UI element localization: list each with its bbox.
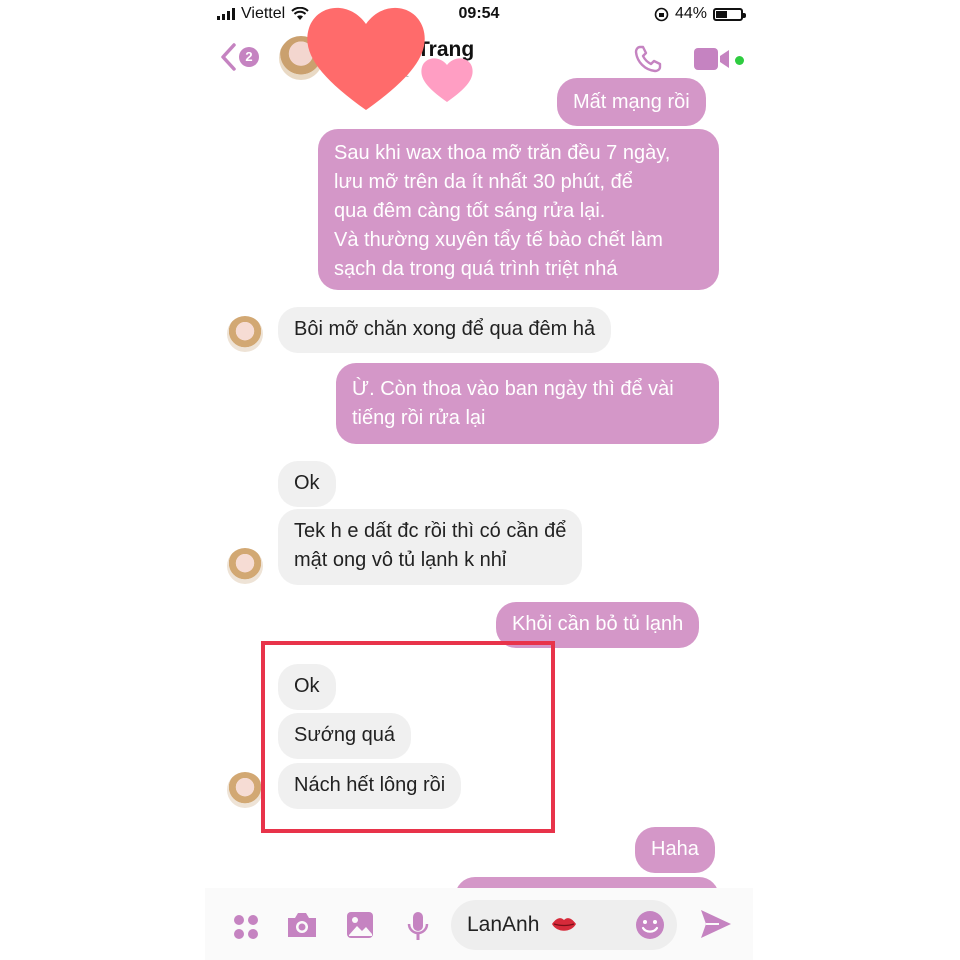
battery-percent: 44% xyxy=(674,5,707,22)
heart-sticker-icon xyxy=(421,58,473,102)
message-incoming[interactable]: Ok xyxy=(278,461,336,507)
smiley-icon[interactable] xyxy=(635,910,665,940)
back-chevron-icon xyxy=(221,43,236,71)
mic-icon[interactable] xyxy=(405,910,431,942)
heart-sticker-icon xyxy=(307,7,425,110)
lips-emoji-icon xyxy=(552,918,576,931)
contact-avatar-small xyxy=(227,772,263,808)
send-icon[interactable] xyxy=(699,908,733,940)
composer-bar: LanAnh xyxy=(205,888,753,960)
message-outgoing[interactable]: Sau khi wax thoa mỡ trăn đều 7 ngày, lưu… xyxy=(318,129,719,290)
battery-fill xyxy=(716,10,728,18)
message-input-text: LanAnh xyxy=(467,913,540,936)
apps-icon[interactable] xyxy=(231,912,261,942)
camera-icon[interactable] xyxy=(285,910,319,940)
status-bar: Viettel 09:54 44% xyxy=(205,0,753,28)
image-icon[interactable] xyxy=(345,910,375,940)
messenger-screen: Viettel 09:54 44% 2 Trang Mất mạng rồi S… xyxy=(205,0,753,960)
red-highlight-box xyxy=(261,641,555,833)
phone-icon[interactable] xyxy=(633,44,663,74)
message-input[interactable]: LanAnh xyxy=(451,900,677,950)
back-button[interactable]: 2 xyxy=(219,42,259,72)
status-right: 44% xyxy=(654,5,746,23)
contact-avatar-small xyxy=(227,548,263,584)
online-indicator xyxy=(735,56,744,65)
message-incoming[interactable]: Bôi mỡ chăn xong để qua đêm hả xyxy=(278,307,612,353)
message-outgoing[interactable]: Haha xyxy=(635,827,715,873)
unread-badge: 2 xyxy=(239,47,259,67)
message-outgoing[interactable]: Mất mạng rồi xyxy=(557,78,706,126)
contact-avatar-small xyxy=(227,316,263,352)
message-incoming[interactable]: Tek h e dất đc rồi thì có cần để mật ong… xyxy=(278,509,583,585)
battery-icon xyxy=(713,7,746,21)
rotation-lock-icon xyxy=(654,7,669,21)
video-icon[interactable] xyxy=(693,46,731,72)
message-outgoing[interactable]: Ừ. Còn thoa vào ban ngày thì để vài tiến… xyxy=(336,363,719,444)
